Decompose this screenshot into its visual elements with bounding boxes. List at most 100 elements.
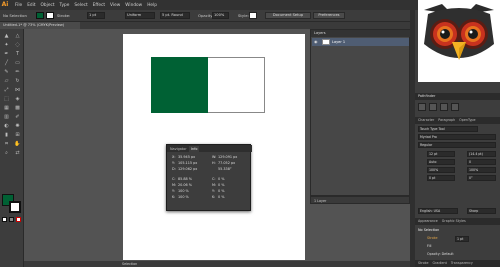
white-rectangle[interactable] (208, 57, 265, 113)
tab-navigator[interactable]: Navigator (168, 146, 189, 152)
tab-stroke[interactable]: Stroke (418, 260, 429, 267)
character-tabs: Character Paragraph OpenType (415, 117, 500, 124)
type-tool-icon[interactable]: T (12, 50, 23, 58)
menu-select[interactable]: Select (74, 3, 87, 8)
symbol-sprayer-icon[interactable]: ✺ (12, 122, 23, 130)
info-value: 0 % (218, 195, 225, 199)
appearance-fill-row[interactable]: Fill (427, 243, 497, 250)
tracking-field[interactable]: 0 (467, 159, 496, 165)
tab-transparency[interactable]: Transparency (451, 260, 473, 267)
horizontal-scale-field[interactable]: 100% (427, 167, 455, 173)
pencil-icon[interactable]: ✏ (12, 68, 23, 76)
gradient-mode-icon[interactable] (9, 217, 14, 222)
font-size-field[interactable]: 12 pt (427, 151, 455, 157)
tab-info[interactable]: Info (189, 146, 200, 152)
menu-type[interactable]: Type (60, 3, 70, 8)
menu-file[interactable]: File (15, 3, 22, 8)
preferences-button[interactable]: Preferences (313, 12, 345, 19)
stroke-color-icon[interactable] (9, 201, 21, 213)
kerning-field[interactable]: Auto (427, 159, 455, 165)
info-label: X: (172, 155, 176, 159)
language-field[interactable]: English: USA (418, 208, 458, 214)
rectangle-tool-icon[interactable]: ▭ (12, 59, 23, 67)
menu-object[interactable]: Object (41, 3, 55, 8)
font-style-field[interactable]: Regular (418, 142, 496, 148)
info-label: H: (212, 161, 216, 165)
minus-front-icon[interactable] (429, 103, 437, 111)
exclude-icon[interactable] (451, 103, 459, 111)
direct-selection-tool-icon[interactable]: △ (12, 32, 23, 40)
mesh-tool-icon[interactable]: ▩ (12, 104, 23, 112)
document-setup-button[interactable]: Document Setup (265, 12, 311, 19)
layers-panel: Layers Layer 1 ◉ (310, 29, 411, 196)
brush-definition[interactable]: 5 pt. Round (160, 12, 190, 19)
perspective-grid-icon[interactable]: ▦ (1, 104, 12, 112)
lasso-icon[interactable]: ◌ (12, 41, 23, 49)
eraser-icon[interactable]: ▱ (1, 77, 12, 85)
info-label: M: (172, 183, 177, 187)
info-label: D: (172, 167, 176, 171)
graph-tool-icon[interactable]: ▮ (1, 131, 12, 139)
info-value: 77.052 px (218, 161, 236, 165)
line-tool-icon[interactable]: ╱ (1, 59, 12, 67)
selection-status: No Selection (3, 13, 27, 18)
free-transform-icon[interactable]: ⬚ (1, 95, 12, 103)
swap-colors-icon[interactable]: ⇄ (12, 149, 23, 157)
touch-type-button[interactable]: Touch Type Tool (418, 126, 478, 132)
none-mode-icon[interactable] (16, 217, 21, 222)
menu-effect[interactable]: Effect (93, 3, 105, 8)
tab-appearance[interactable]: Appearance (418, 218, 438, 225)
intersect-icon[interactable] (440, 103, 448, 111)
pathfinder-header[interactable]: Pathfinder (415, 93, 500, 100)
zoom-tool-icon[interactable]: ⌕ (1, 149, 12, 157)
tab-paragraph[interactable]: Paragraph (438, 117, 455, 124)
artboard-tool-icon[interactable]: ⊞ (12, 131, 23, 139)
selection-tool-icon[interactable]: ▲ (1, 32, 12, 40)
tab-gradient[interactable]: Gradient (433, 260, 447, 267)
stroke-swatch[interactable] (46, 12, 54, 19)
scale-tool-icon[interactable]: ⤢ (1, 86, 12, 94)
shape-builder-icon[interactable]: ◈ (12, 95, 23, 103)
menu-help[interactable]: Help (147, 3, 157, 8)
font-family-field[interactable]: Myriad Pro (418, 134, 496, 140)
appearance-tabs: Appearance Graphic Styles (415, 218, 500, 225)
slice-tool-icon[interactable]: ⌗ (1, 140, 12, 148)
rotation-field[interactable]: 0° (467, 175, 496, 181)
appearance-selection: No Selection (418, 228, 440, 232)
stroke-weight-field[interactable]: 1 pt (87, 12, 105, 19)
baseline-shift-field[interactable]: 0 pt (427, 175, 455, 181)
tab-character[interactable]: Character (418, 117, 434, 124)
document-tab[interactable]: Untitled-1* @ 73% (CMYK/Preview) (0, 22, 80, 29)
info-value: 129.062 px (178, 167, 198, 171)
width-tool-icon[interactable]: ⋈ (12, 86, 23, 94)
vertical-scale-field[interactable]: 100% (467, 167, 496, 173)
anti-aliasing-field[interactable]: Sharp (467, 208, 496, 214)
style-swatch[interactable] (249, 12, 257, 19)
menu-view[interactable]: View (110, 3, 120, 8)
blend-tool-icon[interactable]: ◐ (1, 122, 12, 130)
fill-swatch[interactable] (36, 12, 44, 19)
appearance-stroke-weight[interactable]: 1 pt (455, 236, 469, 242)
tab-graphic-styles[interactable]: Graphic Styles (442, 218, 466, 225)
gradient-tool-icon[interactable]: ▥ (1, 113, 12, 121)
variable-width-profile[interactable]: Uniform (125, 12, 155, 19)
tab-opentype[interactable]: OpenType (459, 117, 475, 124)
layers-panel-title[interactable]: Layers (311, 30, 411, 37)
menu-window[interactable]: Window (125, 3, 142, 8)
opacity-field[interactable]: 100% (212, 12, 229, 19)
magic-wand-icon[interactable]: ✦ (1, 41, 12, 49)
green-rectangle[interactable] (151, 57, 208, 113)
hand-tool-icon[interactable]: ✋ (12, 140, 23, 148)
appearance-opacity-row[interactable]: Opacity: Default (427, 251, 497, 258)
info-panel-tabs: Navigator Info (167, 145, 252, 152)
info-label: Y: (172, 189, 175, 193)
pen-tool-icon[interactable]: ✒ (1, 50, 12, 58)
leading-field[interactable]: (14.4 pt) (467, 151, 496, 157)
color-mode-icon[interactable] (2, 217, 7, 222)
rotate-tool-icon[interactable]: ↻ (12, 77, 23, 85)
eyedropper-icon[interactable]: ✐ (12, 113, 23, 121)
menu-edit[interactable]: Edit (27, 3, 35, 8)
paintbrush-icon[interactable]: ✎ (1, 68, 12, 76)
unite-icon[interactable] (418, 103, 426, 111)
eye-icon[interactable]: ◉ (314, 40, 318, 44)
